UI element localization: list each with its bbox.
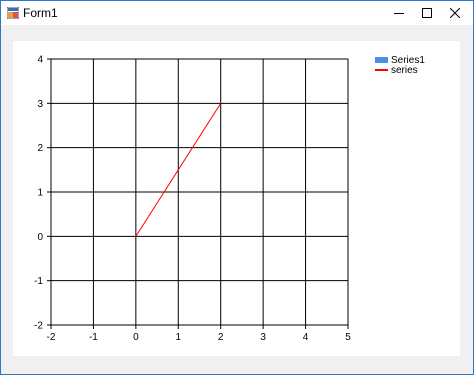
maximize-icon bbox=[422, 8, 432, 18]
y-tick-label: 2 bbox=[37, 143, 43, 154]
close-button[interactable] bbox=[437, 1, 473, 25]
winforms-app-icon bbox=[7, 7, 19, 19]
x-tick-label: -1 bbox=[89, 332, 98, 343]
close-icon bbox=[450, 8, 460, 18]
y-tick-label: -2 bbox=[34, 321, 43, 332]
x-tick-label: 4 bbox=[303, 332, 309, 343]
x-tick-label: -2 bbox=[47, 332, 56, 343]
y-tick-label: 0 bbox=[37, 232, 43, 243]
x-tick-label: 3 bbox=[260, 332, 266, 343]
x-tick-label: 2 bbox=[218, 332, 224, 343]
x-tick-label: 5 bbox=[345, 332, 351, 343]
legend-label: series bbox=[391, 65, 418, 76]
chart-svg: -2 -1 0 1 2 3 4 543210-1-2Series1series bbox=[34, 55, 425, 344]
x-tick-label: 1 bbox=[176, 332, 182, 343]
legend-swatch-series1 bbox=[375, 57, 388, 63]
form1-window: Form1 -2 -1 0 1 2 3 4 5 4 3 2 1 0 -1 -2 Series1 series bbox=[0, 0, 474, 375]
y-tick-label: 1 bbox=[37, 188, 43, 199]
y-tick-label: 3 bbox=[37, 99, 43, 110]
minimize-icon bbox=[394, 13, 404, 14]
y-tick-label: 4 bbox=[37, 55, 43, 66]
title-bar[interactable]: Form1 bbox=[1, 1, 473, 25]
y-tick-label: -1 bbox=[34, 276, 43, 287]
x-tick-label: 0 bbox=[133, 332, 139, 343]
chart-control[interactable]: -2 -1 0 1 2 3 4 5 4 3 2 1 0 -1 -2 Series1 series bbox=[13, 41, 460, 356]
window-title: Form1 bbox=[23, 6, 58, 20]
